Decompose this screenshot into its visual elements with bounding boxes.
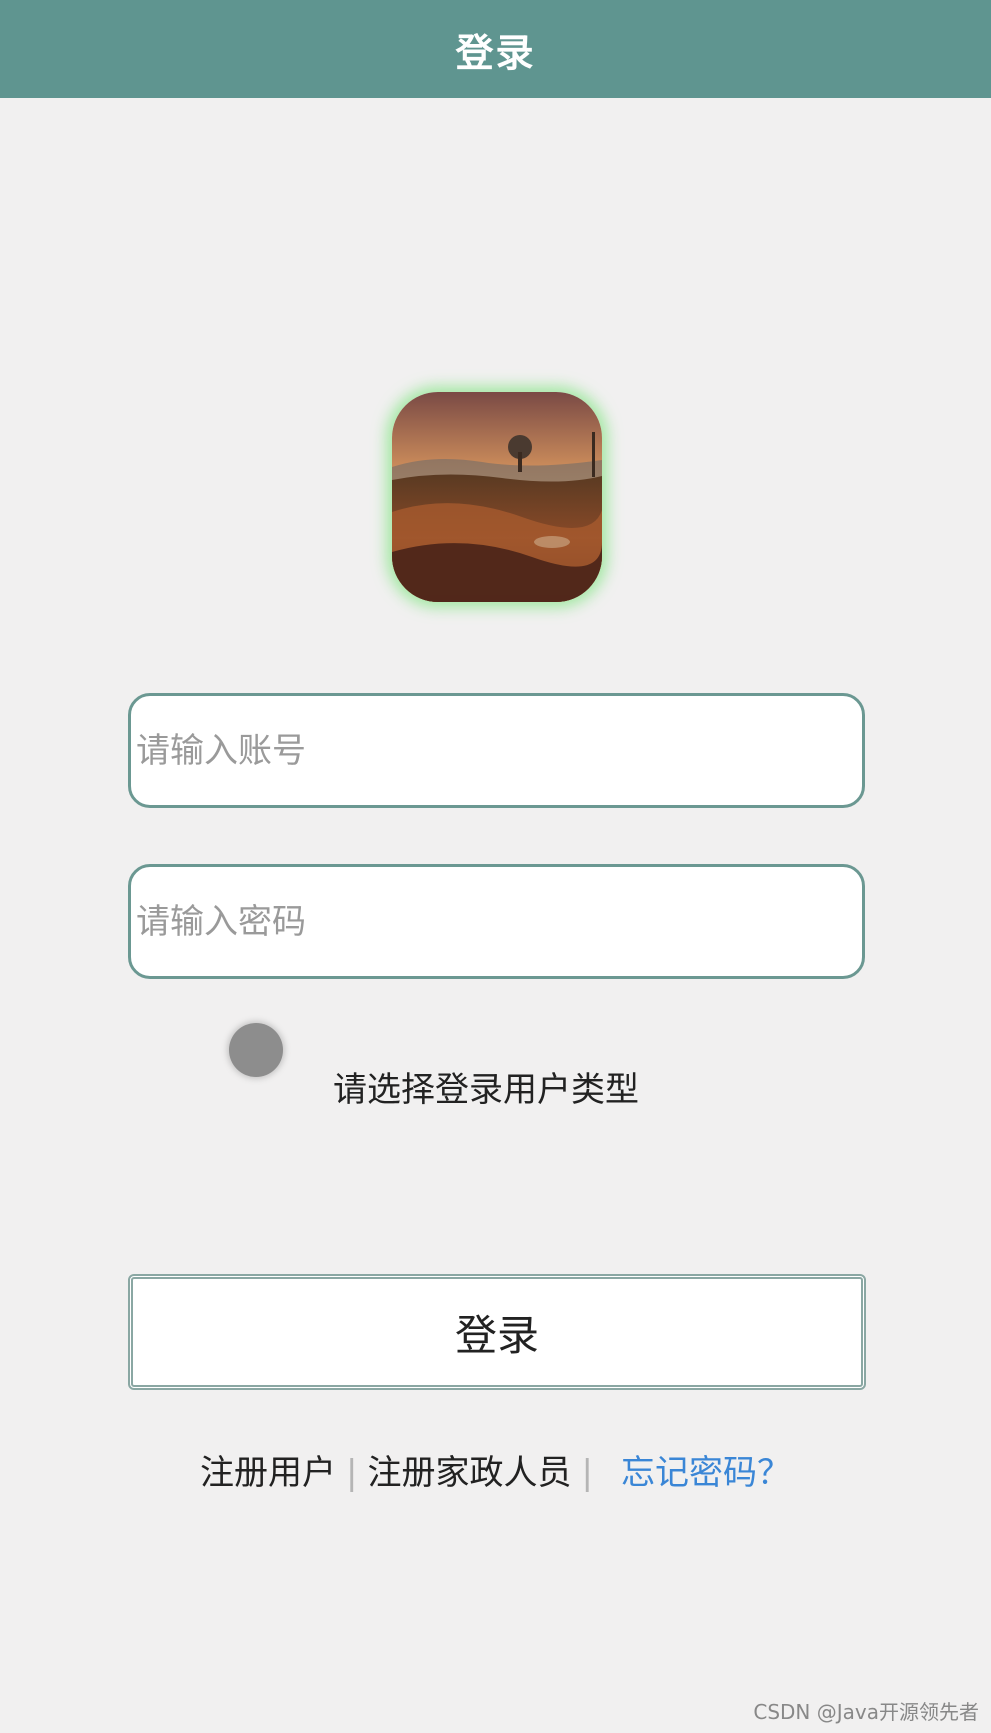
watermark: CSDN @Java开源领先者 (753, 1700, 979, 1724)
page-title: 登录 (455, 30, 536, 75)
link-separator: | (346, 1453, 358, 1493)
footer-links: 注册用户 | 注册家政人员 | 忘记密码？ (0, 1445, 991, 1494)
register-staff-link[interactable]: 注册家政人员 (368, 1453, 572, 1493)
account-input[interactable] (128, 693, 865, 808)
login-button[interactable]: 登录 (128, 1274, 866, 1390)
avatar (392, 392, 602, 602)
register-user-link[interactable]: 注册用户 (200, 1453, 336, 1493)
top-bar: 登录 (0, 0, 991, 98)
link-separator: | (581, 1453, 593, 1493)
forgot-password-link[interactable]: 忘记密码？ (621, 1453, 791, 1493)
password-input[interactable] (128, 864, 865, 979)
landscape-image-icon (392, 392, 602, 602)
user-type-radio[interactable] (229, 1023, 283, 1077)
user-type-label: 请选择登录用户类型 (333, 1070, 639, 1110)
